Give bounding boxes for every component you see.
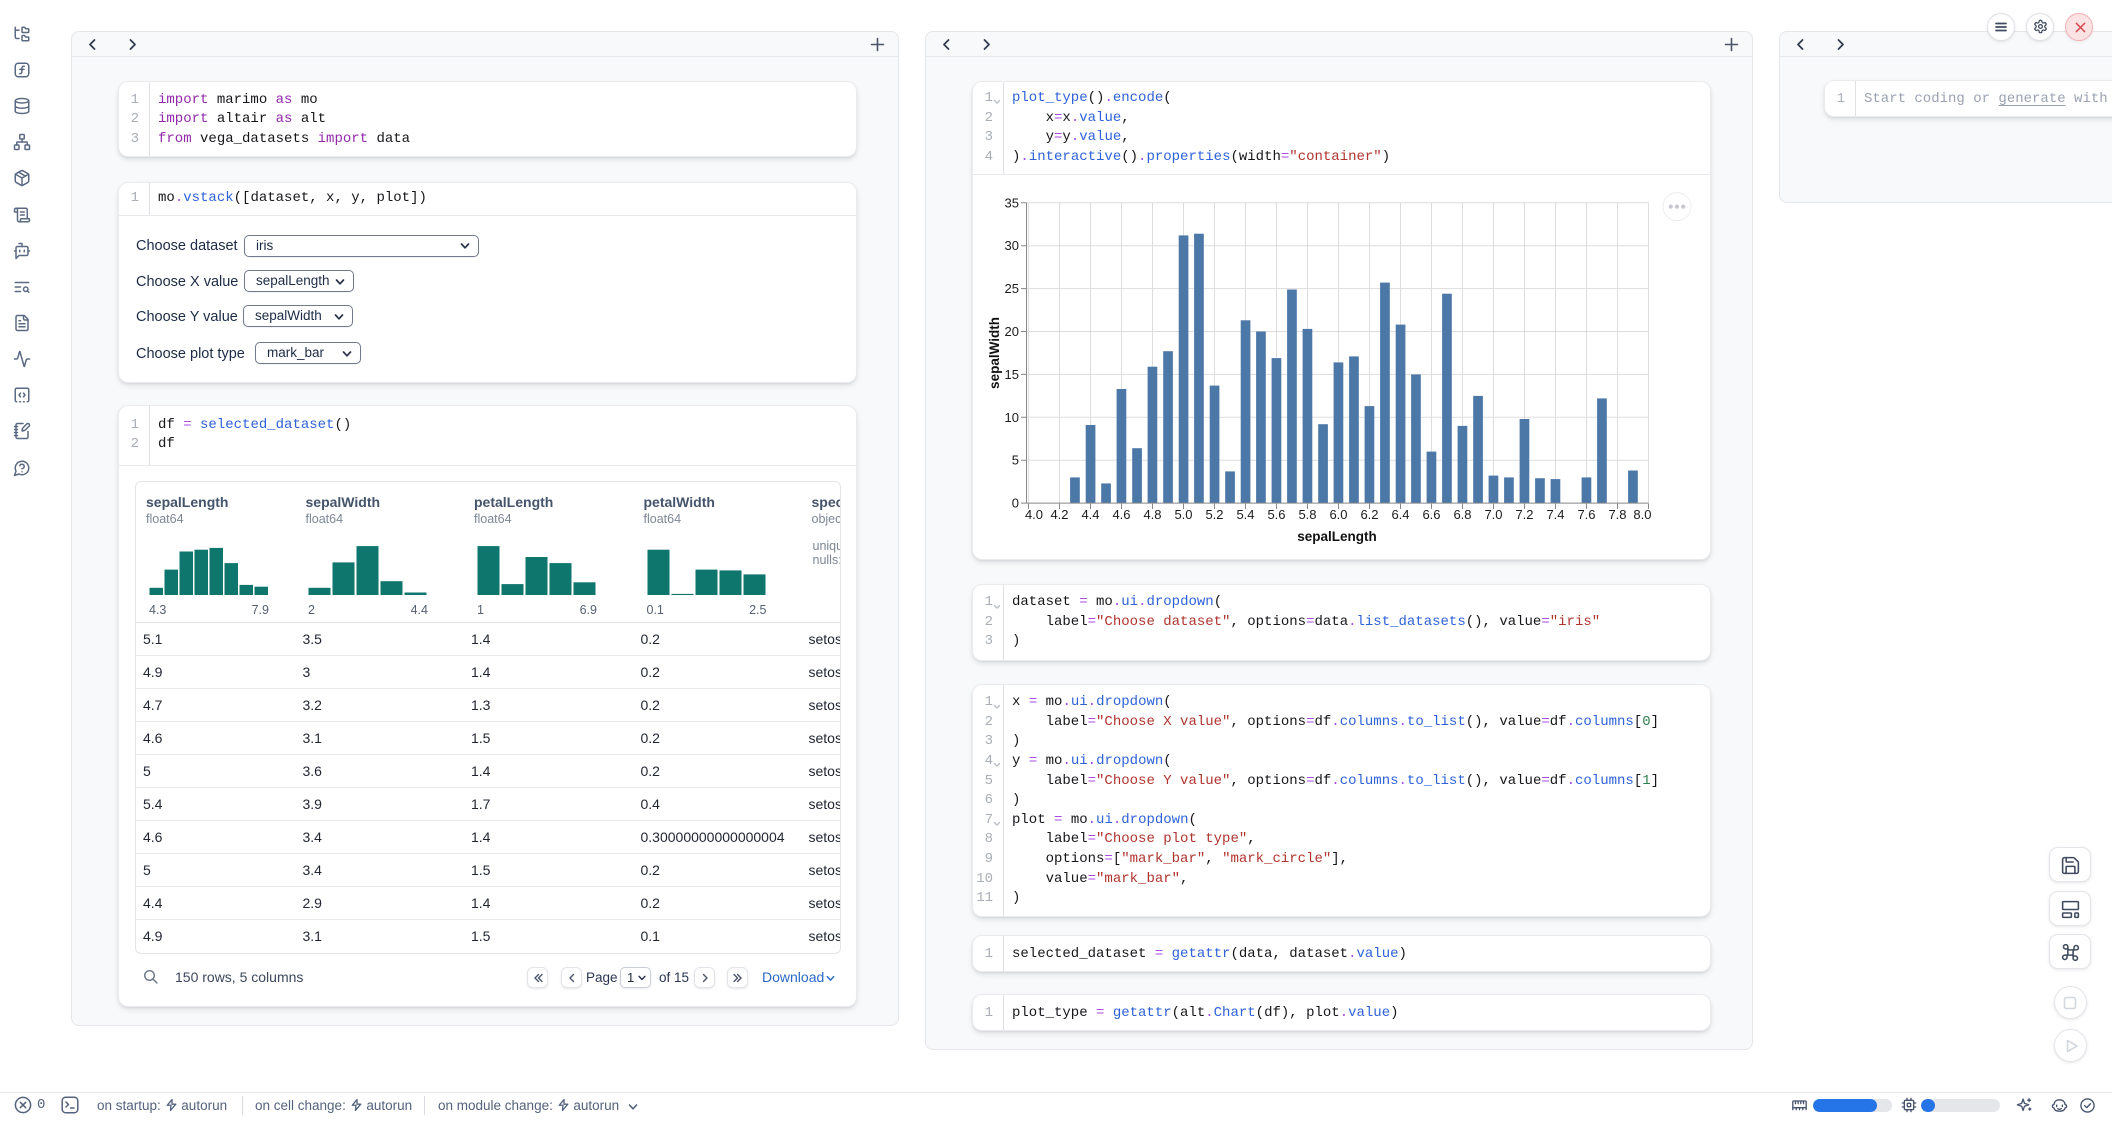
- svg-text:20: 20: [1005, 324, 1019, 339]
- svg-text:4.6: 4.6: [1112, 507, 1130, 522]
- svg-text:7.2: 7.2: [1515, 507, 1533, 522]
- svg-text:5.4: 5.4: [1236, 507, 1254, 522]
- svg-text:7.6: 7.6: [1577, 507, 1595, 522]
- svg-text:7.8: 7.8: [1608, 507, 1626, 522]
- svg-text:25: 25: [1005, 281, 1019, 296]
- svg-text:10: 10: [1005, 410, 1019, 425]
- svg-text:6.0: 6.0: [1329, 507, 1347, 522]
- svg-text:15: 15: [1005, 367, 1019, 382]
- svg-text:5.2: 5.2: [1205, 507, 1223, 522]
- svg-text:6.2: 6.2: [1360, 507, 1378, 522]
- svg-text:4.8: 4.8: [1143, 507, 1161, 522]
- svg-text:6.8: 6.8: [1453, 507, 1471, 522]
- svg-text:4.2: 4.2: [1050, 507, 1068, 522]
- svg-text:7.0: 7.0: [1484, 507, 1502, 522]
- svg-text:5: 5: [1012, 453, 1019, 468]
- svg-text:0: 0: [1012, 496, 1019, 511]
- svg-text:sepalLength: sepalLength: [1297, 529, 1377, 544]
- svg-text:35: 35: [1005, 196, 1019, 211]
- svg-text:sepalWidth: sepalWidth: [987, 317, 1002, 389]
- svg-text:30: 30: [1005, 239, 1019, 254]
- svg-text:5.6: 5.6: [1267, 507, 1285, 522]
- svg-text:4.4: 4.4: [1081, 507, 1099, 522]
- svg-text:7.4: 7.4: [1546, 507, 1564, 522]
- svg-text:5.8: 5.8: [1298, 507, 1316, 522]
- svg-text:4.0: 4.0: [1025, 507, 1043, 522]
- svg-text:5.0: 5.0: [1174, 507, 1192, 522]
- svg-text:6.4: 6.4: [1391, 507, 1409, 522]
- svg-text:8.0: 8.0: [1633, 507, 1651, 522]
- svg-text:6.6: 6.6: [1422, 507, 1440, 522]
